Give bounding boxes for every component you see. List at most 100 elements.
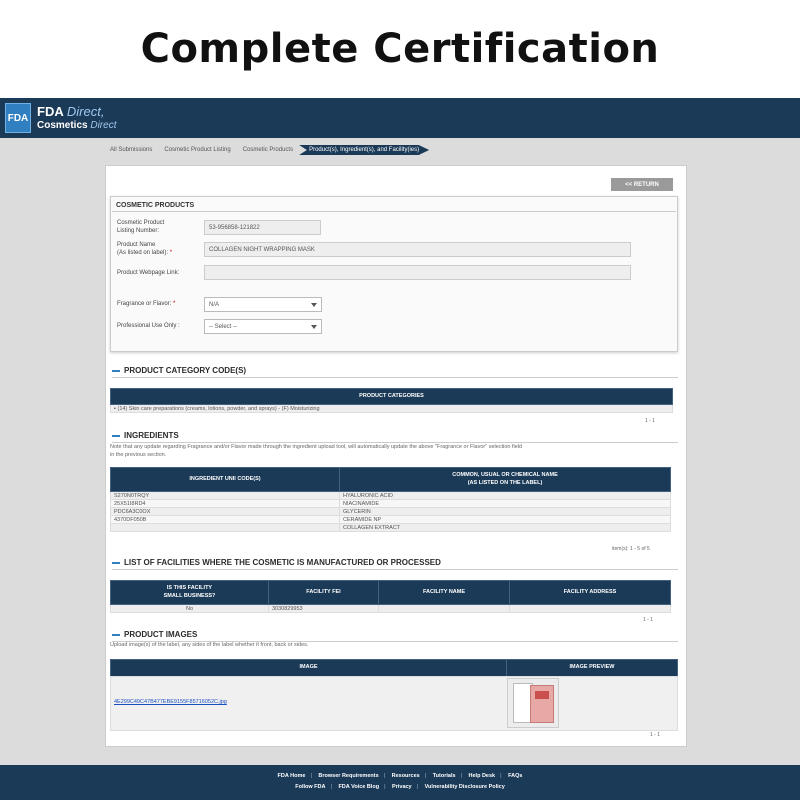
ingredients-title: INGREDIENTS: [124, 431, 179, 440]
webpage-link-field[interactable]: [204, 265, 631, 280]
cosmetic-products-title: COSMETIC PRODUCTS: [116, 202, 195, 209]
images-count: 1 - 1: [650, 732, 661, 738]
banner-title: Complete Certification: [140, 26, 660, 72]
section-header-images[interactable]: PRODUCT IMAGES: [112, 630, 678, 642]
facilities-col-address: FACILITY ADDRESS: [509, 580, 671, 605]
footer-link-voice-blog[interactable]: FDA Voice Blog: [338, 784, 379, 790]
ingredients-note-line2: in the previous section.: [110, 451, 167, 458]
brand-main-suffix: Direct,: [66, 103, 105, 119]
footer-link-privacy[interactable]: Privacy: [392, 784, 412, 790]
category-row-text: (14) Skin care preparations (creams, lot…: [117, 405, 320, 412]
footer-link-follow-fda[interactable]: Follow FDA: [295, 784, 325, 790]
section-header-facilities[interactable]: LIST OF FACILITIES WHERE THE COSMETIC IS…: [112, 558, 678, 570]
footer-link-faqs[interactable]: FAQs: [508, 773, 522, 779]
ingredients-col-name-line1: COMMON, USUAL OR CHEMICAL NAME: [452, 472, 558, 479]
footer-link-resources[interactable]: Resources: [392, 773, 420, 779]
footer-separator: |: [383, 773, 386, 779]
facilities-title: LIST OF FACILITIES WHERE THE COSMETIC IS…: [124, 558, 441, 567]
footer-link-fda-home[interactable]: FDA Home: [278, 773, 306, 779]
site-footer: FDA Home | Browser Requirements | Resource…: [0, 765, 800, 800]
breadcrumb-current: Product(s), Ingredient(s), and Facility(…: [299, 145, 430, 155]
facilities-col-fei: FACILITY FEI: [268, 580, 379, 605]
category-count: 1 - 1: [645, 418, 656, 424]
small-business-cell: No: [110, 604, 269, 613]
professional-use-select-value: -- Select --: [209, 323, 238, 330]
facilities-col-small-business: IS THIS FACILITY SMALL BUSINESS?: [110, 580, 269, 605]
category-cell: ▪ (14) Skin care preparations (creams, l…: [110, 404, 673, 413]
listing-number-label: Cosmetic Product Listing Number:: [117, 220, 164, 235]
footer-separator: |: [416, 784, 419, 790]
fragrance-label: Fragrance or Flavor: *: [117, 301, 175, 309]
section-header-ingredients[interactable]: INGREDIENTS: [112, 431, 678, 443]
images-note: Upload image(s) of the label, any sides …: [110, 642, 309, 648]
table-row: COLLAGEN EXTRACT: [110, 523, 671, 532]
required-mark: *: [173, 301, 176, 307]
table-row: PDC6A3C0OX GLYCERIN: [110, 507, 671, 516]
listing-number-label-line1: Cosmetic Product: [117, 220, 165, 226]
images-col-preview: IMAGE PREVIEW: [506, 659, 678, 677]
ingredient-name-cell: COLLAGEN EXTRACT: [339, 523, 671, 532]
required-mark: *: [169, 249, 173, 256]
fda-logo-icon[interactable]: FDA: [5, 103, 31, 133]
product-name-label-line1: Product Name: [117, 242, 156, 248]
promo-banner: Complete Certification: [0, 0, 800, 98]
images-title: PRODUCT IMAGES: [124, 630, 198, 639]
table-row: 25X51I8RD4 NIACINAMIDE: [110, 499, 671, 508]
product-name-field[interactable]: COLLAGEN NIGHT WRAPPING MASK: [204, 242, 631, 257]
image-file-link[interactable]: 4E299C49C47B477EBE9155F85716052C.jpg: [114, 699, 227, 705]
table-row: 4370DF050B CERAMIDE NP: [110, 515, 671, 524]
product-name-label-line2: (As listed on label):: [117, 249, 169, 256]
footer-link-help-desk[interactable]: Help Desk: [469, 773, 496, 779]
ingredients-note-line1: Note that any update regarding Fragrance…: [110, 444, 523, 450]
listing-number-label-line2: Listing Number:: [117, 227, 160, 234]
footer-link-browser-requirements[interactable]: Browser Requirements: [318, 773, 378, 779]
breadcrumb-cosmetic-product-listing[interactable]: Cosmetic Product Listing: [158, 145, 236, 155]
unii-cell: [110, 523, 340, 532]
professional-use-select[interactable]: -- Select --: [204, 319, 322, 334]
breadcrumb: All Submissions Cosmetic Product Listing…: [104, 145, 430, 155]
category-table: PRODUCT CATEGORIES ▪ (14) Skin care prep…: [110, 388, 673, 413]
chevron-down-icon: [311, 324, 317, 329]
breadcrumb-cosmetic-products[interactable]: Cosmetic Products: [237, 145, 299, 155]
unii-cell: S270N0TRQY: [110, 491, 340, 500]
footer-link-tutorials[interactable]: Tutorials: [433, 773, 456, 779]
site-header: FDA FDA Direct, Cosmetics Direct: [0, 98, 800, 138]
ingredients-note: Note that any update regarding Fragrance…: [110, 444, 670, 459]
facilities-col-name: FACILITY NAME: [378, 580, 510, 605]
listing-number-field: 53-956858-121822: [204, 220, 321, 235]
breadcrumb-all-submissions[interactable]: All Submissions: [104, 145, 158, 155]
footer-separator: |: [424, 773, 427, 779]
unii-cell: PDC6A3C0OX: [110, 507, 340, 516]
image-preview-thumbnail[interactable]: [507, 678, 559, 728]
facility-address-cell: [509, 604, 671, 613]
product-name-label: Product Name (As listed on label): *: [117, 242, 172, 257]
fragrance-select-value: N/A: [209, 301, 220, 308]
footer-separator: |: [330, 784, 332, 790]
brand-title: FDA Direct, Cosmetics Direct: [37, 103, 116, 131]
ingredient-name-cell: HYALURONIC ACID: [339, 491, 671, 500]
unii-cell: 4370DF050B: [110, 515, 340, 524]
fragrance-select[interactable]: N/A: [204, 297, 322, 312]
footer-link-vulnerability-policy[interactable]: Vulnerability Disclosure Policy: [425, 784, 505, 790]
ingredient-name-cell: NIACINAMIDE: [339, 499, 671, 508]
ingredients-col-name: COMMON, USUAL OR CHEMICAL NAME (AS LISTE…: [339, 467, 671, 492]
images-table: IMAGE IMAGE PREVIEW: [110, 659, 678, 677]
footer-separator: |: [384, 784, 386, 790]
fragrance-label-text: Fragrance or Flavor:: [117, 301, 172, 307]
unii-cell: 25X51I8RD4: [110, 499, 340, 508]
footer-links-row2: Follow FDA | FDA Voice Blog | Privacy | Vul…: [0, 784, 800, 790]
facilities-count: 1 - 1: [643, 617, 654, 623]
section-header-category[interactable]: PRODUCT CATEGORY CODE(S): [112, 366, 678, 378]
facilities-col-small-business-line2: SMALL BUSINESS?: [163, 592, 216, 599]
facilities-table: IS THIS FACILITY SMALL BUSINESS? FACILIT…: [110, 580, 671, 613]
facilities-col-small-business-line1: IS THIS FACILITY: [166, 585, 213, 592]
return-button[interactable]: << RETURN: [611, 178, 673, 191]
webpage-link-label: Product Webpage Link:: [117, 270, 180, 276]
brand-sub: Cosmetics: [37, 119, 88, 131]
ingredient-name-cell: GLYCERIN: [339, 507, 671, 516]
footer-links-row1: FDA Home | Browser Requirements | Resource…: [0, 773, 800, 779]
footer-separator: |: [310, 773, 312, 779]
product-label-image: [535, 691, 549, 699]
collapse-icon: [112, 434, 120, 437]
collapse-icon: [112, 561, 120, 564]
